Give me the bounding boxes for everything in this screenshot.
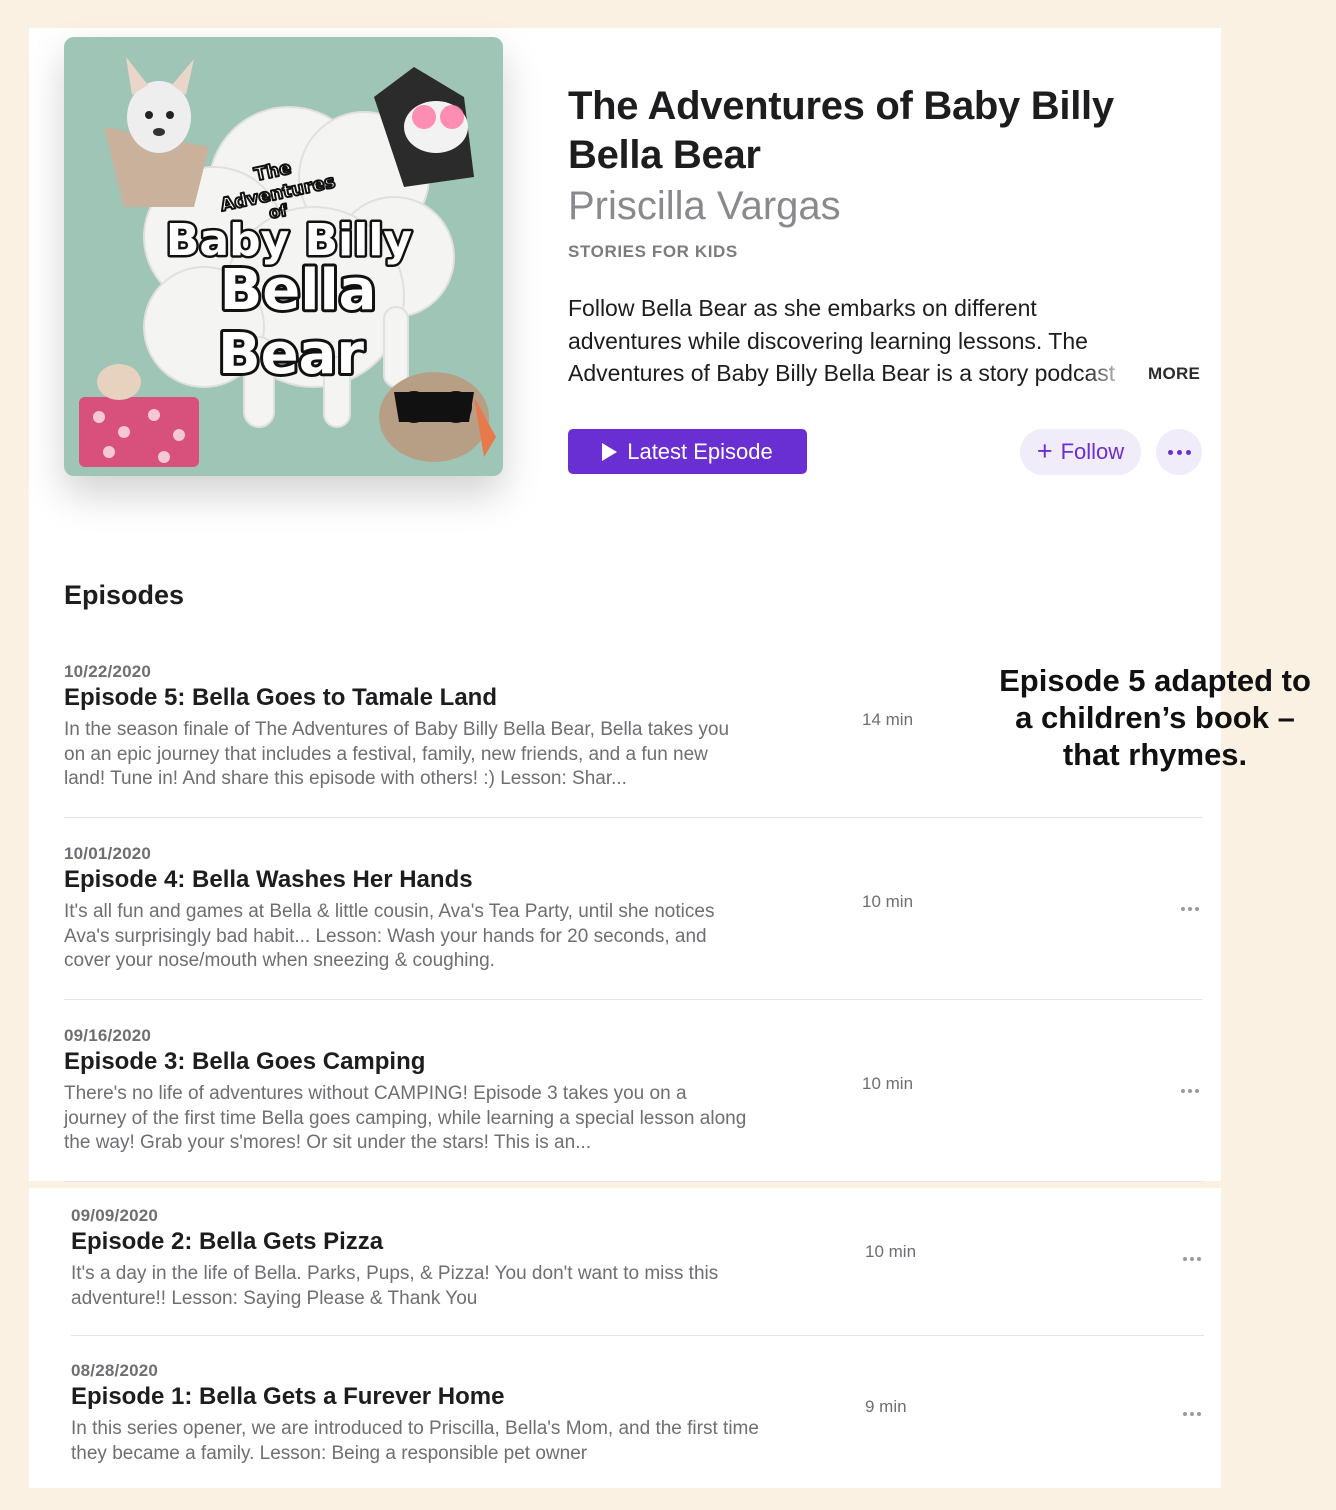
podcast-author[interactable]: Priscilla Vargas (568, 182, 841, 230)
episode-date: 09/16/2020 (64, 1026, 152, 1045)
episode-title[interactable]: Episode 1: Bella Gets a Furever Home (71, 1383, 505, 1411)
follow-label: Follow (1060, 439, 1125, 464)
episode-date: 08/28/2020 (71, 1361, 159, 1380)
episode-duration: 10 min (862, 1074, 914, 1093)
latest-episode-label: Latest Episode (627, 438, 773, 464)
ellipsis-icon[interactable] (1181, 1089, 1199, 1093)
podcast-title: The Adventures of Baby Billy Bella Bear (568, 84, 1114, 177)
episode-row[interactable]: 09/16/2020 Episode 3: Bella Goes Camping… (64, 1026, 1202, 1166)
more-options-button[interactable] (1156, 429, 1202, 475)
ellipsis-icon[interactable] (1183, 1412, 1201, 1416)
plus-icon: + (1036, 435, 1053, 466)
more-icon (1167, 449, 1191, 455)
annotation-callout: Episode 5 adapted to a children’s book –… (999, 663, 1311, 772)
follow-button[interactable]: + Follow (1020, 429, 1141, 475)
episode-duration: 10 min (862, 892, 914, 911)
episode-title[interactable]: Episode 4: Bella Washes Her Hands (64, 866, 473, 894)
description-fade (1085, 357, 1143, 391)
episode-date: 09/09/2020 (71, 1206, 159, 1225)
divider (71, 1335, 1204, 1336)
ellipsis-icon[interactable] (1181, 907, 1199, 911)
episode-date: 10/01/2020 (64, 844, 152, 863)
episode-title[interactable]: Episode 5: Bella Goes to Tamale Land (64, 684, 497, 712)
episode-duration: 9 min (865, 1397, 907, 1416)
play-icon (602, 442, 618, 461)
episode-description: It's a day in the life of Bella. Parks, … (71, 1263, 719, 1309)
podcast-description: Follow Bella Bear as she embarks on diff… (568, 295, 1116, 386)
episode-date: 10/22/2020 (64, 662, 152, 681)
artwork-illustration: The Adventures of Baby Billy Bella Bear (79, 57, 496, 467)
podcast-artwork: The Adventures of Baby Billy Bella Bear (64, 37, 503, 476)
latest-episode-button[interactable]: Latest Episode (568, 429, 807, 474)
artwork-text-bear: Bear (218, 322, 364, 387)
episode-row[interactable]: 09/09/2020 Episode 2: Bella Gets Pizza I… (71, 1206, 1204, 1326)
podcast-category[interactable]: STORIES FOR KIDS (568, 242, 738, 262)
episode-description: It's all fun and games at Bella & little… (64, 901, 715, 971)
ellipsis-icon[interactable] (1183, 1257, 1201, 1261)
dog-sticker-bottom-right (379, 372, 496, 462)
episode-description: There's no life of adventures without CA… (64, 1083, 747, 1153)
episode-duration: 14 min (862, 710, 914, 729)
episode-description: In this series opener, we are introduced… (71, 1418, 759, 1464)
divider (64, 999, 1202, 1000)
episodes-heading: Episodes (64, 580, 185, 610)
divider (64, 817, 1202, 818)
episode-duration: 10 min (865, 1242, 917, 1261)
dog-sticker-top-left (104, 57, 209, 207)
episode-row[interactable]: 08/28/2020 Episode 1: Bella Gets a Furev… (71, 1361, 1204, 1481)
episode-row[interactable]: 10/01/2020 Episode 4: Bella Washes Her H… (64, 844, 1202, 984)
divider (64, 1181, 1202, 1182)
artwork-text-bella: Bella (220, 258, 377, 323)
episode-title[interactable]: Episode 2: Bella Gets Pizza (71, 1228, 383, 1256)
episode-description: In the season finale of The Adventures o… (64, 719, 730, 789)
description-more-link[interactable]: MORE (1148, 364, 1200, 384)
episode-title[interactable]: Episode 3: Bella Goes Camping (64, 1048, 425, 1076)
